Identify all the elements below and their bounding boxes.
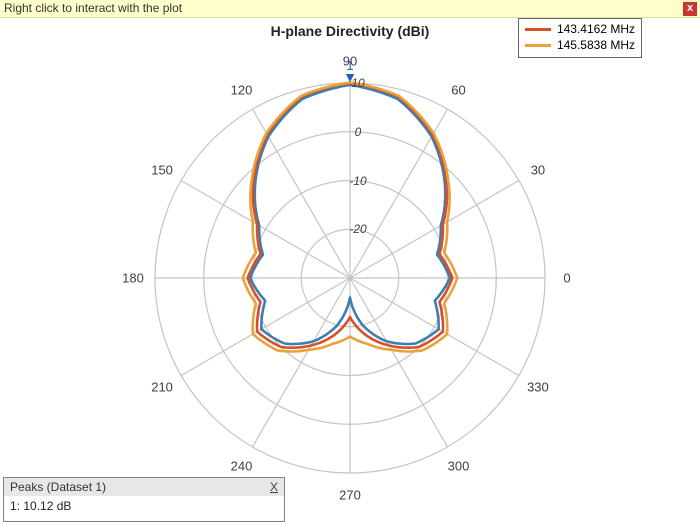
peaks-row: 1: 10.12 dB [10,499,278,513]
angle-label: 300 [448,458,470,473]
peaks-panel-title: Peaks (Dataset 1) [10,480,106,494]
angle-label: 210 [151,379,173,394]
angle-label: 120 [231,83,253,98]
peaks-panel-body: 1: 10.12 dB [4,496,284,521]
angle-label: 60 [451,83,465,98]
hint-text: Right click to interact with the plot [4,1,182,15]
angle-label: 30 [531,162,545,177]
angle-label: 150 [151,162,173,177]
angle-label: 180 [122,271,144,286]
angle-label: 270 [339,488,361,503]
close-icon[interactable]: x [683,2,697,16]
angle-label: 0 [563,271,570,286]
peaks-panel: Peaks (Dataset 1) X 1: 10.12 dB [3,477,285,522]
interaction-hint-bar: Right click to interact with the plot x [0,0,700,18]
angle-label: 240 [231,458,253,473]
peaks-panel-header: Peaks (Dataset 1) X [4,478,284,496]
angle-label: 90 [343,54,357,69]
polar-chart [0,18,700,525]
plot-area[interactable]: H-plane Directivity (dBi) 143.4162 MHz 1… [0,18,700,525]
r-label: 10 [351,76,364,90]
peaks-panel-close-icon[interactable]: X [270,480,278,494]
r-label: -20 [349,222,366,236]
angle-label: 330 [527,379,549,394]
r-label: 0 [355,125,362,139]
r-label: -10 [349,174,366,188]
